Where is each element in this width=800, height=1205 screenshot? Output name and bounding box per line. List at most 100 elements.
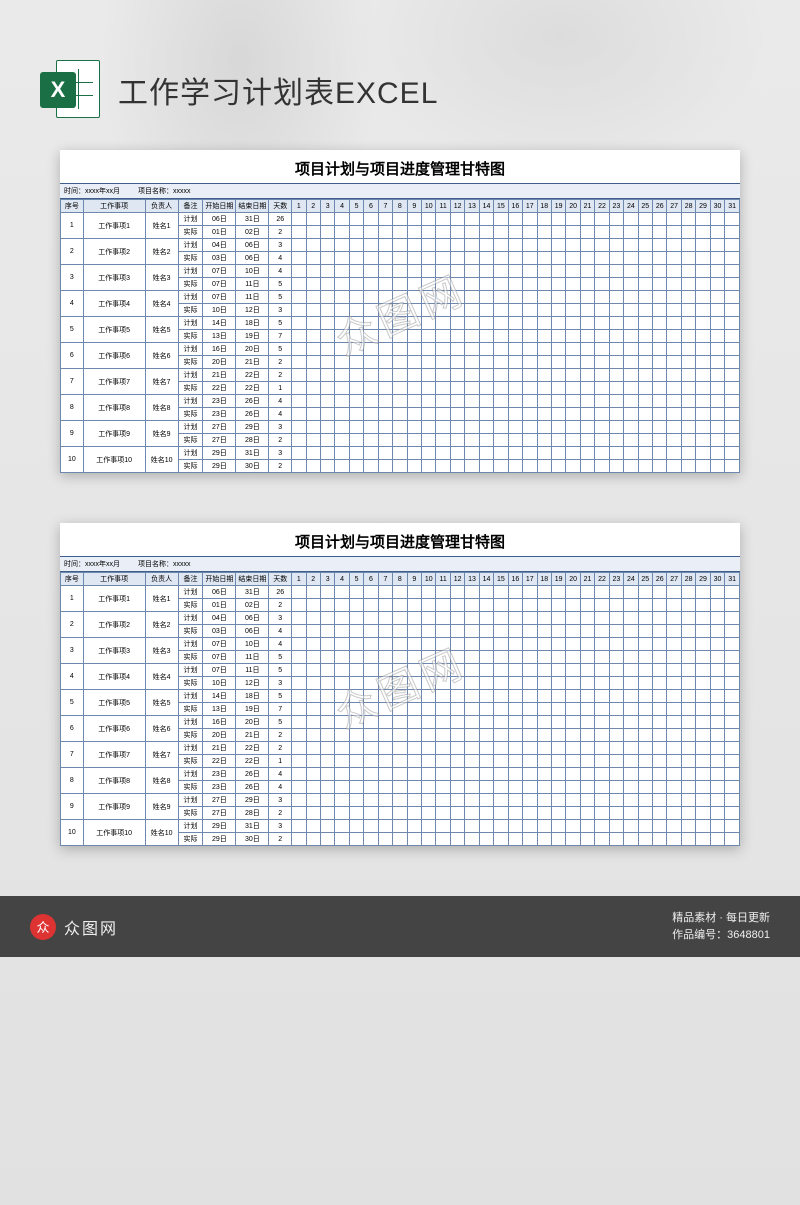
gantt-cell bbox=[624, 820, 638, 833]
cell-end: 02日 bbox=[236, 226, 269, 239]
cell-start: 20日 bbox=[203, 356, 236, 369]
day-header: 15 bbox=[494, 200, 508, 213]
gantt-cell bbox=[725, 833, 740, 846]
gantt-cell bbox=[320, 239, 334, 252]
gantt-cell bbox=[638, 239, 652, 252]
gantt-cell bbox=[580, 586, 594, 599]
gantt-cell bbox=[667, 330, 681, 343]
gantt-cell bbox=[696, 395, 710, 408]
gantt-cell bbox=[508, 213, 522, 226]
cell-owner: 姓名1 bbox=[145, 213, 178, 239]
gantt-cell bbox=[393, 239, 407, 252]
gantt-cell bbox=[320, 226, 334, 239]
cell-days: 4 bbox=[269, 395, 292, 408]
gantt-cell bbox=[580, 690, 594, 703]
gantt-cell bbox=[407, 434, 421, 447]
gantt-cell bbox=[551, 625, 565, 638]
gantt-cell bbox=[667, 651, 681, 664]
gantt-cell bbox=[306, 317, 320, 330]
gantt-cell bbox=[320, 434, 334, 447]
cell-note: 实际 bbox=[178, 304, 203, 317]
gantt-cell bbox=[335, 651, 349, 664]
cell-note: 计划 bbox=[178, 820, 203, 833]
cell-end: 22日 bbox=[236, 382, 269, 395]
cell-days: 26 bbox=[269, 213, 292, 226]
gantt-cell bbox=[508, 625, 522, 638]
cell-start: 01日 bbox=[203, 599, 236, 612]
gantt-cell bbox=[465, 625, 479, 638]
footer-product-id: 作品编号：3648801 bbox=[672, 927, 770, 944]
gantt-cell bbox=[551, 833, 565, 846]
cell-task: 工作事项5 bbox=[83, 690, 145, 716]
gantt-cell bbox=[580, 651, 594, 664]
gantt-cell bbox=[479, 343, 493, 356]
gantt-cell bbox=[393, 291, 407, 304]
gantt-cell bbox=[479, 586, 493, 599]
gantt-cell bbox=[349, 703, 363, 716]
gantt-cell bbox=[638, 690, 652, 703]
cell-days: 2 bbox=[269, 599, 292, 612]
gantt-cell bbox=[609, 213, 623, 226]
gantt-cell bbox=[450, 820, 464, 833]
gantt-cell bbox=[465, 226, 479, 239]
gantt-cell bbox=[407, 460, 421, 473]
table-row: 2工作事项2姓名2计划04日06日3 bbox=[61, 239, 740, 252]
gantt-cell bbox=[624, 651, 638, 664]
gantt-cell bbox=[624, 278, 638, 291]
gantt-cell bbox=[624, 807, 638, 820]
col-header: 天数 bbox=[269, 573, 292, 586]
gantt-cell bbox=[450, 599, 464, 612]
gantt-cell bbox=[710, 638, 724, 651]
gantt-cell bbox=[422, 304, 436, 317]
gantt-cell bbox=[725, 638, 740, 651]
gantt-cell bbox=[638, 278, 652, 291]
meta-row: 时间：xxxx年xx月项目名称：xxxxx bbox=[60, 556, 740, 572]
gantt-cell bbox=[624, 291, 638, 304]
gantt-cell bbox=[624, 239, 638, 252]
gantt-cell bbox=[407, 291, 421, 304]
gantt-cell bbox=[407, 395, 421, 408]
gantt-cell bbox=[725, 755, 740, 768]
cell-note: 实际 bbox=[178, 460, 203, 473]
gantt-cell bbox=[349, 356, 363, 369]
gantt-cell bbox=[349, 395, 363, 408]
cell-end: 18日 bbox=[236, 690, 269, 703]
gantt-cell bbox=[638, 330, 652, 343]
gantt-cell bbox=[364, 703, 378, 716]
gantt-cell bbox=[306, 781, 320, 794]
gantt-cell bbox=[653, 729, 667, 742]
cell-owner: 姓名1 bbox=[145, 586, 178, 612]
gantt-cell bbox=[566, 586, 580, 599]
gantt-cell bbox=[349, 599, 363, 612]
cell-end: 02日 bbox=[236, 599, 269, 612]
cell-start: 29日 bbox=[203, 447, 236, 460]
gantt-cell bbox=[349, 833, 363, 846]
gantt-cell bbox=[551, 213, 565, 226]
gantt-cell bbox=[407, 599, 421, 612]
gantt-cell bbox=[725, 317, 740, 330]
gantt-cell bbox=[508, 755, 522, 768]
gantt-cell bbox=[725, 252, 740, 265]
gantt-cell bbox=[479, 317, 493, 330]
gantt-cell bbox=[508, 226, 522, 239]
gantt-cell bbox=[479, 330, 493, 343]
gantt-cell bbox=[710, 382, 724, 395]
cell-start: 07日 bbox=[203, 638, 236, 651]
gantt-cell bbox=[422, 382, 436, 395]
gantt-cell bbox=[306, 343, 320, 356]
gantt-cell bbox=[494, 239, 508, 252]
gantt-cell bbox=[335, 755, 349, 768]
day-header: 23 bbox=[609, 200, 623, 213]
gantt-cell bbox=[653, 755, 667, 768]
gantt-cell bbox=[494, 716, 508, 729]
gantt-cell bbox=[407, 651, 421, 664]
gantt-cell bbox=[436, 729, 450, 742]
gantt-cell bbox=[407, 356, 421, 369]
gantt-cell bbox=[320, 291, 334, 304]
gantt-cell bbox=[378, 612, 392, 625]
gantt-cell bbox=[407, 807, 421, 820]
gantt-cell bbox=[508, 677, 522, 690]
gantt-cell bbox=[696, 382, 710, 395]
gantt-cell bbox=[667, 421, 681, 434]
page: X 工作学习计划表EXCEL 项目计划与项目进度管理甘特图时间：xxxx年xx月… bbox=[0, 0, 800, 1205]
